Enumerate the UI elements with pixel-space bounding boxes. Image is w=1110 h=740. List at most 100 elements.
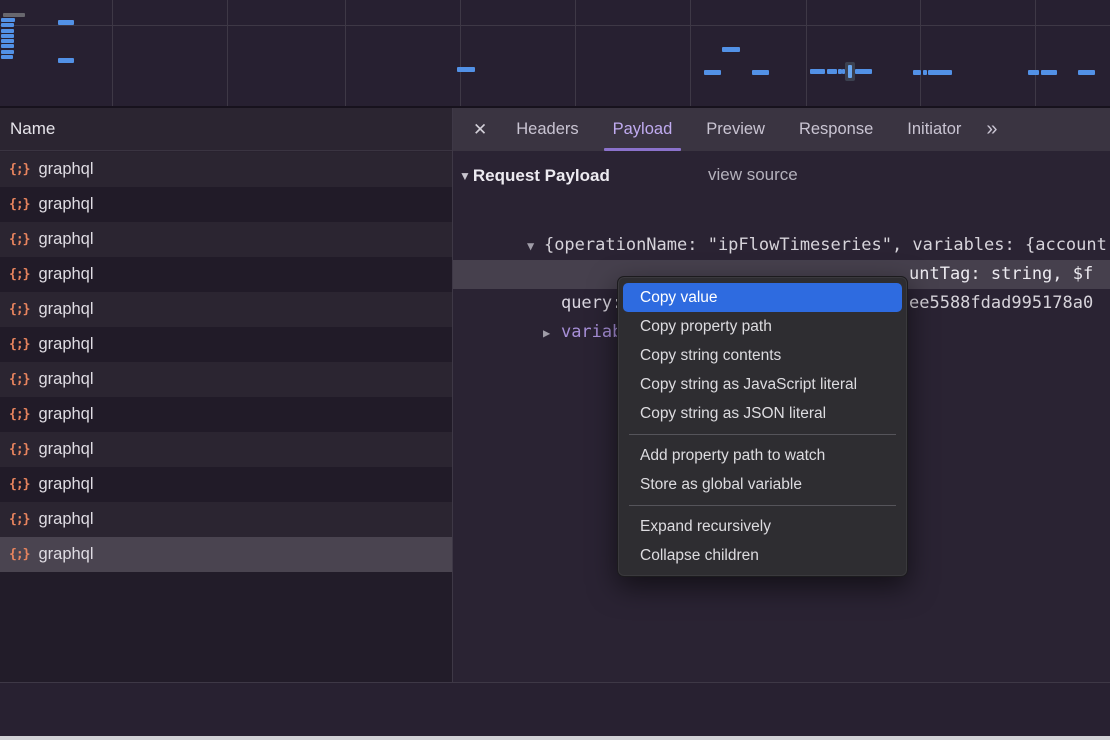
waterfall-bar [58, 58, 74, 63]
menu-item-copy-string-as-json-literal[interactable]: Copy string as JSON literal [623, 399, 902, 428]
waterfall-bar [1028, 70, 1039, 75]
request-row[interactable]: {;} graphql [0, 397, 452, 432]
selected-request-marker-line [848, 65, 852, 78]
waterfall-bar [913, 70, 921, 75]
property-value-right: untTag: string, $f [909, 260, 1093, 289]
waterfall-bar [1, 55, 13, 59]
view-source-link[interactable]: view source [708, 165, 798, 185]
json-braces-icon: {;} [9, 512, 29, 527]
request-name: graphql [38, 370, 93, 389]
waterfall-bar [722, 47, 740, 52]
waterfall-bar [1041, 70, 1057, 75]
grid-line [806, 0, 807, 106]
waterfall-bar [752, 70, 769, 75]
menu-item-expand-recursively[interactable]: Expand recursively [623, 512, 902, 541]
section-title: Request Payload [473, 166, 610, 186]
waterfall-bar [1, 23, 14, 27]
waterfall-bar [827, 69, 837, 74]
request-row[interactable]: {;}graphql [0, 152, 452, 187]
more-tabs-icon[interactable]: » [986, 118, 997, 141]
detail-tabbar: ✕ HeadersPayloadPreviewResponseInitiator… [453, 108, 1110, 151]
menu-item-copy-string-contents[interactable]: Copy string contents [623, 341, 902, 370]
waterfall-bar [855, 69, 872, 74]
grid-line [920, 0, 921, 106]
menu-separator [629, 505, 896, 506]
request-row[interactable]: {;} graphql [0, 187, 452, 222]
waterfall-bar [704, 70, 721, 75]
request-name: graphql [38, 405, 93, 424]
devtools-network-panel: Name {;}graphql{;}graphql{;}graphql{;}gr… [0, 0, 1110, 740]
tab-headers[interactable]: Headers [499, 108, 595, 151]
request-row[interactable]: {;}graphql [0, 292, 452, 327]
tab-response[interactable]: Response [782, 108, 890, 151]
property-value-right: ee5588fdad995178a0 [909, 289, 1093, 318]
waterfall-bar [923, 70, 927, 75]
operation-name-row[interactable]: operationName: "ipFlowTimeseries" [453, 231, 1110, 260]
request-name: graphql [38, 335, 93, 354]
tab-strip: HeadersPayloadPreviewResponseInitiator [499, 108, 978, 151]
json-braces-icon: {;} [9, 407, 29, 422]
menu-item-copy-string-as-javascript-literal[interactable]: Copy string as JavaScript literal [623, 370, 902, 399]
request-payload-section[interactable]: ▼ Request Payload [459, 163, 610, 189]
waterfall-bar [3, 13, 25, 17]
json-braces-icon: {;} [9, 337, 29, 352]
triangle-down-icon[interactable]: ▼ [459, 169, 471, 183]
network-overview-timeline[interactable] [0, 0, 1110, 108]
grid-line [460, 0, 461, 106]
request-name: graphql [38, 230, 93, 249]
request-name: graphql [38, 440, 93, 459]
tab-initiator[interactable]: Initiator [890, 108, 978, 151]
summary-bar [0, 682, 1110, 736]
waterfall-bar [1, 29, 14, 33]
grid-line [1035, 0, 1036, 106]
request-row[interactable]: {;} graphql [0, 327, 452, 362]
context-menu: Copy valueCopy property pathCopy string … [617, 276, 908, 577]
window-bottom-edge [0, 736, 1110, 740]
json-braces-icon: {;} [9, 197, 29, 212]
request-name: graphql [38, 545, 93, 564]
json-braces-icon: {;} [9, 372, 29, 387]
menu-item-collapse-children[interactable]: Collapse children [623, 541, 902, 570]
json-braces-icon: {;} [9, 162, 29, 177]
grid-line [227, 0, 228, 106]
request-list: {;} graphql {;} graphql {;} graphql {;} graphql… [0, 152, 452, 572]
request-name: graphql [38, 475, 93, 494]
waterfall-bar [457, 67, 475, 72]
close-icon[interactable]: ✕ [473, 120, 487, 140]
json-braces-icon: {;} [9, 442, 29, 457]
grid-line [345, 0, 346, 106]
request-name: graphql [38, 265, 93, 284]
waterfall-bar [928, 70, 952, 75]
request-row[interactable]: {;} graphql [0, 362, 452, 397]
waterfall-bar [1, 18, 15, 22]
tab-preview[interactable]: Preview [689, 108, 782, 151]
tab-payload[interactable]: Payload [596, 108, 690, 151]
menu-item-copy-value[interactable]: Copy value [623, 283, 902, 312]
request-row[interactable]: {;}graphql [0, 257, 452, 292]
json-braces-icon: {;} [9, 302, 29, 317]
waterfall-bar [1, 44, 14, 48]
request-row[interactable]: {;} graphql [0, 502, 452, 537]
menu-item-add-property-path-to-watch[interactable]: Add property path to watch [623, 441, 902, 470]
request-row[interactable]: {;} graphql [0, 537, 452, 572]
payload-preview-row[interactable]: ▼{operationName: "ipFlowTimeseries", var… [453, 202, 1110, 231]
menu-item-store-as-global-variable[interactable]: Store as global variable [623, 470, 902, 499]
waterfall-bar [1, 39, 14, 43]
grid-line [0, 25, 1110, 26]
column-header-name-label: Name [10, 119, 55, 139]
column-header-name[interactable]: Name [0, 108, 452, 151]
json-braces-icon: {;} [9, 477, 29, 492]
grid-line [690, 0, 691, 106]
request-name: graphql [38, 510, 93, 529]
waterfall-bar [1078, 70, 1095, 75]
waterfall-bar [58, 20, 74, 25]
grid-line [112, 0, 113, 106]
request-name: graphql [38, 195, 93, 214]
menu-item-copy-property-path[interactable]: Copy property path [623, 312, 902, 341]
json-braces-icon: {;} [9, 232, 29, 247]
request-row[interactable]: {;} graphql [0, 432, 452, 467]
triangle-right-icon[interactable]: ▶ [543, 319, 561, 348]
request-row[interactable]: {;} graphql [0, 222, 452, 257]
request-row[interactable]: {;} graphql [0, 467, 452, 502]
json-braces-icon: {;} [9, 547, 29, 562]
